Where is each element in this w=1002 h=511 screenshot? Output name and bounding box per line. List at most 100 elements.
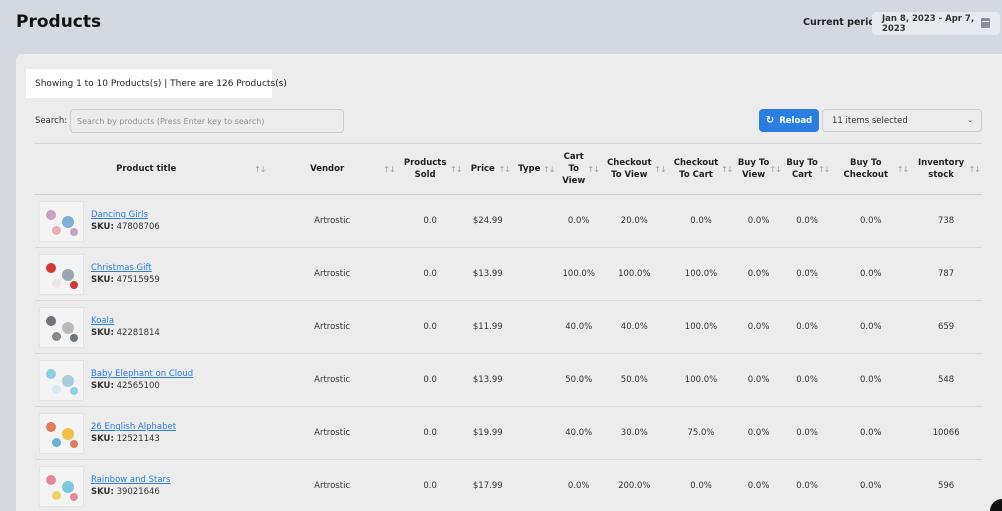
cell-price: $17.99 bbox=[472, 481, 503, 492]
cell-vendor: Artrostic bbox=[267, 300, 397, 354]
sku-value: 47808706 bbox=[116, 222, 160, 232]
date-range-picker[interactable]: Jan 8, 2023 - Apr 7, 2023 bbox=[872, 12, 1000, 35]
sku-label: SKU: bbox=[91, 381, 114, 391]
column-header-label: Products Sold bbox=[403, 158, 447, 180]
chevron-down-icon: ⌄ bbox=[967, 116, 973, 124]
cell-cart-to-view: 40.0% bbox=[556, 300, 601, 354]
column-header[interactable]: Checkout To View ↑↓ bbox=[600, 143, 668, 195]
cell-cart-to-view: 0.0% bbox=[556, 194, 601, 248]
search-input[interactable] bbox=[70, 109, 344, 133]
product-thumbnail[interactable] bbox=[39, 200, 84, 242]
table-row: 26 English Alphabet SKU: 12521143 Artrosti… bbox=[35, 406, 982, 460]
cell-checkout-to-cart: 100.0% bbox=[667, 247, 735, 301]
product-link[interactable]: Baby Elephant on Cloud bbox=[91, 369, 193, 379]
column-header-label: Price bbox=[470, 164, 495, 174]
cell-buy-to-cart: 0.0% bbox=[782, 406, 832, 460]
sort-icon[interactable]: ↑↓ bbox=[721, 164, 733, 176]
cell-vendor: Artrostic bbox=[267, 247, 397, 301]
column-header[interactable]: Inventory stock ↑↓ bbox=[910, 143, 982, 195]
product-link[interactable]: Dancing Girls bbox=[91, 210, 160, 220]
table-row: Baby Elephant on Cloud SKU: 42565100 Artro… bbox=[35, 353, 982, 407]
cell-cart-to-view: 100.0% bbox=[556, 247, 601, 301]
column-header-label: Cart To View bbox=[562, 152, 586, 186]
column-header[interactable]: Products Sold ↑↓ bbox=[396, 143, 464, 195]
cell-checkout-to-view: 200.0% bbox=[618, 481, 651, 492]
page-title: Products bbox=[16, 12, 102, 32]
column-header[interactable]: Buy To Checkout ↑↓ bbox=[831, 143, 911, 195]
cell-sold: 0.0 bbox=[396, 300, 464, 354]
columns-select-value: 11 items selected bbox=[832, 115, 908, 126]
sku-value: 42281814 bbox=[116, 328, 160, 338]
sort-icon[interactable]: ↑↓ bbox=[254, 164, 266, 176]
sku-label: SKU: bbox=[91, 275, 114, 285]
cell-sold: 0.0 bbox=[396, 353, 464, 407]
sort-icon[interactable]: ↑↓ bbox=[588, 164, 600, 176]
product-thumbnail[interactable] bbox=[39, 253, 84, 295]
product-link[interactable]: Koala bbox=[91, 316, 160, 326]
calendar-icon bbox=[981, 18, 990, 28]
cell-buy-to-view: 0.0% bbox=[734, 353, 783, 407]
column-header-label: Inventory stock bbox=[917, 158, 965, 180]
sort-icon[interactable]: ↑↓ bbox=[818, 164, 830, 176]
product-thumbnail[interactable] bbox=[39, 359, 84, 401]
sku-value: 42565100 bbox=[116, 381, 160, 391]
sort-icon[interactable]: ↑↓ bbox=[450, 164, 462, 176]
cell-checkout-to-cart: 100.0% bbox=[667, 300, 735, 354]
reload-button[interactable]: ↻ Reload bbox=[759, 109, 819, 132]
column-header[interactable]: Buy To Cart ↑↓ bbox=[782, 143, 832, 195]
sort-icon[interactable]: ↑↓ bbox=[499, 164, 511, 176]
column-header[interactable]: Price ↑↓ bbox=[463, 143, 513, 195]
product-cell: Rainbow and Stars SKU: 39021646 bbox=[35, 460, 267, 511]
product-thumbnail[interactable] bbox=[39, 465, 84, 507]
column-header-label: Buy To View bbox=[737, 158, 770, 180]
product-thumbnail[interactable] bbox=[39, 306, 84, 348]
cell-type bbox=[512, 353, 557, 407]
sort-icon[interactable]: ↑↓ bbox=[543, 164, 555, 176]
column-header[interactable]: Buy To View ↑↓ bbox=[734, 143, 783, 195]
sku-label: SKU: bbox=[91, 487, 114, 498]
cell-stock: 596 bbox=[937, 481, 955, 492]
product-link[interactable]: Christmas Gift bbox=[91, 263, 160, 273]
cell-price: $13.99 bbox=[463, 247, 513, 301]
cell-cart-to-view: 0.0% bbox=[567, 481, 590, 492]
cell-cart-to-view: 40.0% bbox=[556, 406, 601, 460]
cell-buy-to-view: 0.0% bbox=[734, 300, 783, 354]
cell-checkout-to-view: 30.0% bbox=[600, 406, 668, 460]
cell-checkout-to-cart: 100.0% bbox=[667, 353, 735, 407]
column-header[interactable]: Type ↑↓ bbox=[512, 143, 557, 195]
table-row: Dancing Girls SKU: 47808706 Artrostic 0.0 $2… bbox=[35, 194, 982, 248]
cell-type bbox=[512, 247, 557, 301]
columns-select[interactable]: 11 items selected ⌄ bbox=[822, 109, 982, 132]
cell-vendor: Artrostic bbox=[267, 406, 397, 460]
cell-sold: 0.0 bbox=[423, 481, 437, 492]
table-body: Dancing Girls SKU: 47808706 Artrostic 0.0 $2… bbox=[35, 194, 982, 511]
cell-stock: 738 bbox=[910, 194, 982, 248]
product-sku: SKU: 47515959 bbox=[91, 275, 160, 285]
sort-icon[interactable]: ↑↓ bbox=[969, 164, 981, 176]
cell-sold: 0.0 bbox=[396, 406, 464, 460]
product-cell: Baby Elephant on Cloud SKU: 42565100 bbox=[35, 353, 268, 407]
cell-buy-to-checkout: 0.0% bbox=[831, 353, 911, 407]
product-thumbnail[interactable] bbox=[39, 412, 84, 454]
column-header[interactable]: Product title ↑↓ bbox=[35, 143, 268, 195]
sort-icon[interactable]: ↑↓ bbox=[383, 164, 395, 176]
product-link[interactable]: 26 English Alphabet bbox=[91, 422, 176, 432]
products-panel: Showing 1 to 10 Products(s) | There are … bbox=[16, 54, 1002, 511]
sort-icon[interactable]: ↑↓ bbox=[897, 164, 909, 176]
product-link[interactable]: Rainbow and Stars bbox=[91, 475, 170, 485]
cell-buy-to-cart: 0.0% bbox=[782, 194, 832, 248]
sort-icon[interactable]: ↑↓ bbox=[769, 164, 781, 176]
cell-cart-to-view: 50.0% bbox=[556, 353, 601, 407]
refresh-icon: ↻ bbox=[765, 114, 775, 126]
column-header[interactable]: Vendor ↑↓ bbox=[267, 143, 397, 195]
cell-vendor: Artrostic bbox=[267, 353, 397, 407]
column-header[interactable]: Checkout To Cart ↑↓ bbox=[667, 143, 735, 195]
cell-buy-to-cart: 0.0% bbox=[782, 353, 832, 407]
product-sku: SKU: 47808706 bbox=[91, 222, 160, 232]
cell-buy-to-view: 0.0% bbox=[747, 481, 770, 492]
sort-icon[interactable]: ↑↓ bbox=[654, 164, 666, 176]
column-header-label: Type bbox=[518, 164, 541, 174]
column-header[interactable]: Cart To View ↑↓ bbox=[556, 143, 601, 195]
cell-price: $19.99 bbox=[463, 406, 513, 460]
cell-buy-to-checkout: 0.0% bbox=[859, 481, 882, 492]
